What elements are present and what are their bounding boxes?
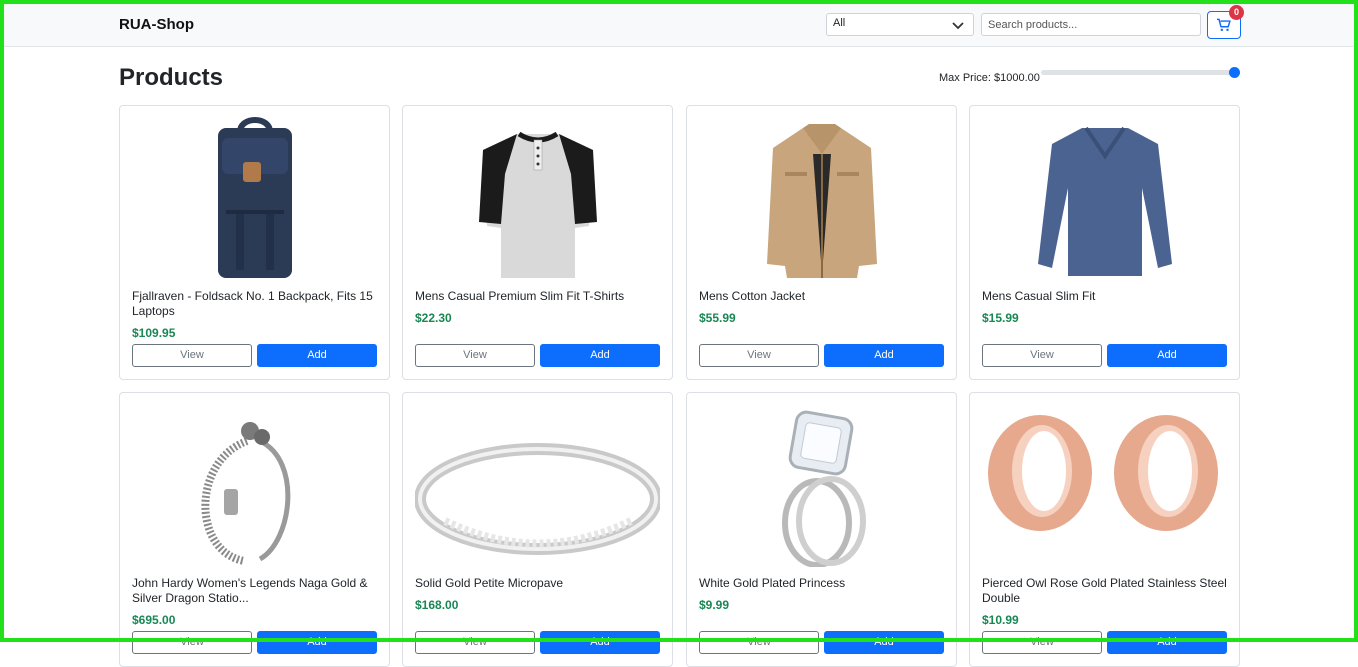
longsleeve-shirt-image[interactable] bbox=[982, 114, 1227, 280]
product-price: $9.99 bbox=[699, 598, 730, 612]
product-card[interactable]: Solid Gold Petite Micropave $168.00 View… bbox=[402, 392, 673, 667]
product-price: $109.95 bbox=[132, 326, 176, 340]
add-to-cart-button[interactable]: Add bbox=[540, 344, 660, 367]
add-to-cart-button[interactable]: Add bbox=[257, 344, 377, 367]
add-to-cart-button[interactable]: Add bbox=[257, 631, 377, 654]
cart-icon bbox=[1217, 18, 1231, 32]
product-price: $10.99 bbox=[982, 613, 1019, 627]
product-name: Solid Gold Petite Micropave bbox=[415, 576, 564, 590]
rose-gold-tunnels-image[interactable] bbox=[982, 401, 1227, 567]
jacket-image[interactable] bbox=[699, 114, 944, 280]
product-name: Mens Cotton Jacket bbox=[699, 289, 806, 303]
category-select[interactable]: All bbox=[826, 13, 974, 36]
cart-count-badge: 0 bbox=[1229, 5, 1244, 20]
product-price: $168.00 bbox=[415, 598, 459, 612]
view-button[interactable]: View bbox=[982, 631, 1102, 654]
product-name: Fjallraven - Foldsack No. 1 Backpack, Fi… bbox=[132, 289, 373, 318]
dragon-bracelet-image[interactable] bbox=[132, 401, 377, 567]
slider-thumb[interactable] bbox=[1229, 67, 1240, 78]
raglan-tshirt-image[interactable] bbox=[415, 114, 660, 280]
search-input[interactable] bbox=[981, 13, 1201, 36]
brand-logo[interactable]: RUA-Shop bbox=[119, 16, 194, 33]
view-button[interactable]: View bbox=[982, 344, 1102, 367]
product-price: $55.99 bbox=[699, 311, 736, 325]
diamond-ring-image[interactable] bbox=[699, 401, 944, 567]
product-name: White Gold Plated Princess bbox=[699, 576, 846, 590]
view-button[interactable]: View bbox=[699, 344, 819, 367]
page-title: Products bbox=[119, 64, 224, 91]
product-name: Pierced Owl Rose Gold Plated Stainless S… bbox=[982, 576, 1227, 605]
category-select-value: All bbox=[833, 17, 846, 29]
product-name: Mens Casual Slim Fit bbox=[982, 289, 1096, 303]
max-price-label: Max Price: $1000.00 bbox=[939, 72, 1040, 84]
product-card[interactable]: White Gold Plated Princess $9.99 View Ad… bbox=[686, 392, 957, 667]
backpack-image[interactable] bbox=[132, 114, 377, 280]
product-card[interactable]: Mens Casual Slim Fit $15.99 View Add bbox=[969, 105, 1240, 380]
product-card[interactable]: Fjallraven - Foldsack No. 1 Backpack, Fi… bbox=[119, 105, 390, 380]
product-name: John Hardy Women's Legends Naga Gold & S… bbox=[132, 576, 368, 605]
view-button[interactable]: View bbox=[132, 631, 252, 654]
view-button[interactable]: View bbox=[415, 344, 535, 367]
add-to-cart-button[interactable]: Add bbox=[824, 344, 944, 367]
max-price-slider[interactable] bbox=[1041, 67, 1240, 78]
add-to-cart-button[interactable]: Add bbox=[540, 631, 660, 654]
product-card[interactable]: Mens Casual Premium Slim Fit T-Shirts $2… bbox=[402, 105, 673, 380]
product-name: Mens Casual Premium Slim Fit T-Shirts bbox=[415, 289, 625, 303]
product-card[interactable]: Mens Cotton Jacket $55.99 View Add bbox=[686, 105, 957, 380]
product-card[interactable]: John Hardy Women's Legends Naga Gold & S… bbox=[119, 392, 390, 667]
view-button[interactable]: View bbox=[132, 344, 252, 367]
product-price: $22.30 bbox=[415, 311, 452, 325]
product-price: $695.00 bbox=[132, 613, 176, 627]
chevron-down-icon bbox=[952, 22, 964, 30]
navbar: RUA-Shop All 0 bbox=[4, 4, 1354, 47]
silver-band-ring-image[interactable] bbox=[415, 401, 660, 567]
view-button[interactable]: View bbox=[415, 631, 535, 654]
product-card[interactable]: Pierced Owl Rose Gold Plated Stainless S… bbox=[969, 392, 1240, 667]
product-price: $15.99 bbox=[982, 311, 1019, 325]
add-to-cart-button[interactable]: Add bbox=[1107, 344, 1227, 367]
add-to-cart-button[interactable]: Add bbox=[824, 631, 944, 654]
add-to-cart-button[interactable]: Add bbox=[1107, 631, 1227, 654]
view-button[interactable]: View bbox=[699, 631, 819, 654]
